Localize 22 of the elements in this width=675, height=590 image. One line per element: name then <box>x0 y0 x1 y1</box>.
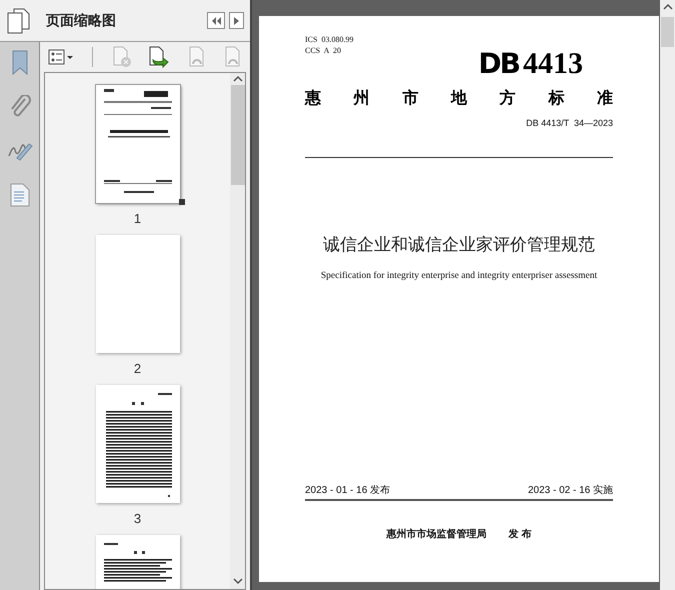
category-character: 市 <box>402 88 418 109</box>
category-character: 方 <box>500 88 516 109</box>
category-character: 地 <box>450 88 467 109</box>
classification-code: ICS 03.080.99 <box>305 34 354 45</box>
classification-code: CCS A 20 <box>305 45 342 56</box>
issue-date: 2023 - 01 - 16 发布 <box>305 484 390 498</box>
standard-number: DB 4413/T 34—2023 <box>526 117 613 130</box>
issuing-authority: 惠州市市场监督管理局 <box>386 527 487 542</box>
logo-number: 4413 <box>523 50 583 78</box>
category-character: 准 <box>596 88 613 109</box>
document-title: 诚信企业和诚信企业家评价管理规范 <box>323 234 595 256</box>
effective-date: 2023 - 02 - 16 实施 <box>528 484 613 498</box>
page-number: 3 <box>134 510 142 528</box>
category-character: 惠 <box>305 88 321 109</box>
document-subtitle: Specification for integrity enterprise and integrity enterpriser assessment <box>320 270 598 283</box>
page-number: 1 <box>134 210 142 228</box>
logo-mark: DB <box>478 50 519 78</box>
page-number: 2 <box>134 360 142 378</box>
panel-title: 页面缩略图 <box>46 11 116 30</box>
category-character: 标 <box>548 88 564 109</box>
issue-label: 发 布 <box>508 528 532 542</box>
category-character: 州 <box>354 88 370 109</box>
